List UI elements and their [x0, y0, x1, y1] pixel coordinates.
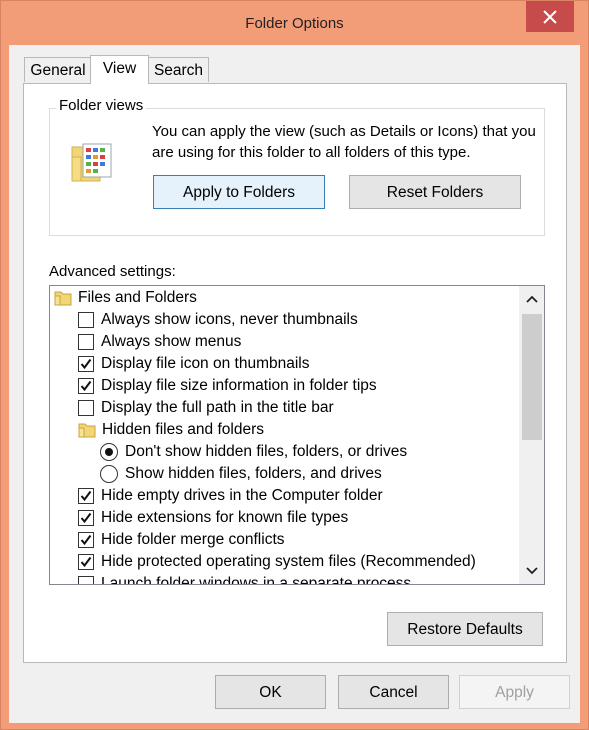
tree-item-label: Hidden files and folders	[102, 421, 264, 438]
folder-views-icon	[71, 143, 112, 182]
tree-item-label: Display file size information in folder …	[101, 377, 377, 394]
tree-folder-files-and-folders[interactable]: Files and Folders	[54, 287, 197, 309]
tree-item-label: Don't show hidden files, folders, or dri…	[125, 443, 408, 460]
checkbox[interactable]	[78, 488, 94, 504]
checkbox[interactable]	[78, 400, 94, 416]
chevron-up-icon	[525, 295, 538, 303]
folder-views-group: Folder views You can apply the view (suc…	[49, 97, 545, 236]
checkbox[interactable]	[78, 356, 94, 372]
tree-item-label: Files and Folders	[78, 289, 197, 306]
tree-item-label: Hide folder merge conflicts	[101, 531, 285, 548]
tree-item-display-file-icon[interactable]: Display file icon on thumbnails	[78, 353, 310, 375]
tree-item-label: Always show icons, never thumbnails	[101, 311, 358, 328]
tree-folder-hidden-files[interactable]: Hidden files and folders	[78, 419, 264, 441]
checkbox[interactable]	[78, 510, 94, 526]
scroll-up-button[interactable]	[519, 288, 544, 310]
title-bar[interactable]: Folder Options	[1, 1, 588, 45]
tree-item-label: Show hidden files, folders, and drives	[125, 465, 382, 482]
radio-button[interactable]	[100, 465, 118, 483]
tree-item-display-full-path[interactable]: Display the full path in the title bar	[78, 397, 334, 419]
folder-views-label: Folder views	[56, 97, 147, 114]
tree-item-label: Hide empty drives in the Computer folder	[101, 487, 383, 504]
window-title: Folder Options	[245, 15, 344, 32]
advanced-settings-label: Advanced settings:	[49, 263, 176, 280]
tree-item-hide-protected-files[interactable]: Hide protected operating system files (R…	[78, 551, 476, 573]
tree-item-label: Display file icon on thumbnails	[101, 355, 310, 372]
checkbox[interactable]	[78, 532, 94, 548]
tree-item-hide-empty-drives[interactable]: Hide empty drives in the Computer folder	[78, 485, 383, 507]
tree-scrollbar[interactable]	[519, 286, 544, 584]
checkmark-icon	[80, 534, 92, 546]
tree-item-hide-extensions[interactable]: Hide extensions for known file types	[78, 507, 348, 529]
ok-button[interactable]: OK	[215, 675, 326, 709]
advanced-settings-tree[interactable]: Files and Folders Always show icons, nev…	[49, 285, 545, 585]
checkmark-icon	[80, 380, 92, 392]
cancel-button[interactable]: Cancel	[338, 675, 449, 709]
tab-view[interactable]: View	[90, 55, 149, 84]
restore-defaults-button[interactable]: Restore Defaults	[387, 612, 543, 646]
tree-item-display-file-size[interactable]: Display file size information in folder …	[78, 375, 377, 397]
view-tab-panel: Folder views You can apply the view (suc…	[23, 83, 567, 663]
checkmark-icon	[80, 358, 92, 370]
tree-item-hide-merge-conflicts[interactable]: Hide folder merge conflicts	[78, 529, 285, 551]
apply-button[interactable]: Apply	[459, 675, 570, 709]
checkbox[interactable]	[78, 576, 94, 584]
apply-to-folders-button[interactable]: Apply to Folders	[153, 175, 325, 209]
tab-search[interactable]: Search	[148, 57, 209, 82]
scroll-down-button[interactable]	[519, 560, 544, 582]
tab-general[interactable]: General	[24, 57, 92, 82]
tree-item-label: Hide extensions for known file types	[101, 509, 349, 526]
dialog-body: General View Search Folder views You can…	[9, 45, 580, 723]
checkmark-icon	[80, 490, 92, 502]
chevron-down-icon	[525, 567, 538, 575]
reset-folders-button[interactable]: Reset Folders	[349, 175, 521, 209]
tree-item-launch-separate-process[interactable]: Launch folder windows in a separate proc…	[78, 573, 412, 585]
tree-item-label: Hide protected operating system files (R…	[101, 553, 476, 570]
tree-item-always-show-icons[interactable]: Always show icons, never thumbnails	[78, 309, 358, 331]
tree-item-label: Display the full path in the title bar	[101, 399, 334, 416]
checkmark-icon	[80, 512, 92, 524]
radio-selected-dot	[105, 448, 113, 456]
radio-button[interactable]	[100, 443, 118, 461]
tree-item-show-hidden[interactable]: Show hidden files, folders, and drives	[100, 463, 382, 485]
checkbox[interactable]	[78, 378, 94, 394]
close-button[interactable]	[526, 1, 574, 32]
checkbox[interactable]	[78, 312, 94, 328]
close-icon	[543, 9, 557, 24]
folder-options-window: Folder Options General View Search Folde…	[0, 0, 589, 730]
tree-item-label: Always show menus	[101, 333, 242, 350]
tree-item-always-show-menus[interactable]: Always show menus	[78, 331, 241, 353]
checkbox[interactable]	[78, 554, 94, 570]
folder-icon	[54, 291, 72, 306]
tree-item-label: Launch folder windows in a separate proc…	[101, 575, 412, 585]
folder-views-description: You can apply the view (such as Details …	[152, 123, 536, 161]
tree-item-dont-show-hidden[interactable]: Don't show hidden files, folders, or dri…	[100, 441, 407, 463]
checkmark-icon	[80, 556, 92, 568]
folder-icon	[78, 423, 96, 438]
checkbox[interactable]	[78, 334, 94, 350]
scroll-thumb[interactable]	[522, 314, 542, 440]
